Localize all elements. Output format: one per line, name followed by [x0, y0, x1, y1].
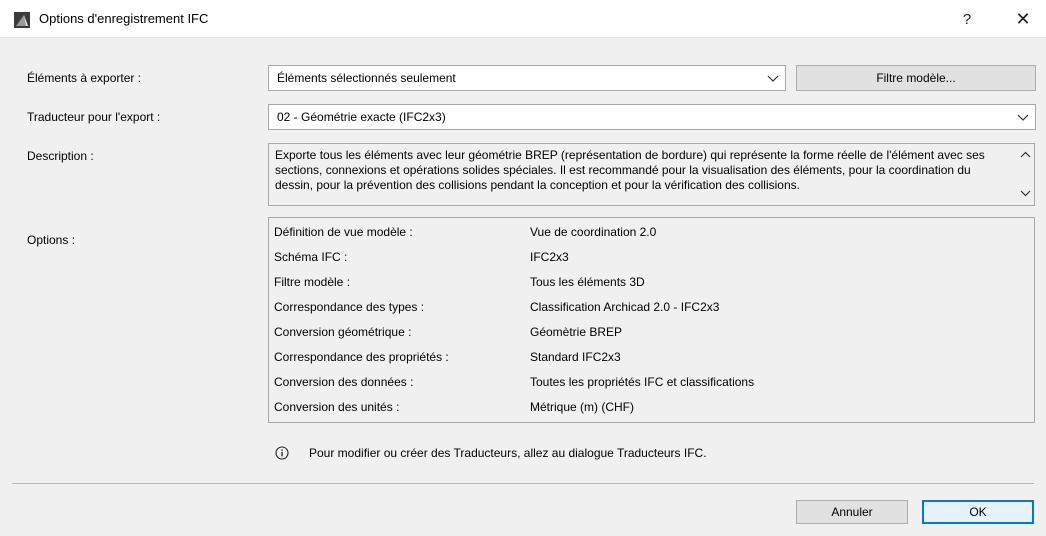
title-bar: Options d'enregistrement IFC ? ✕: [0, 0, 1046, 38]
description-label: Description :: [27, 149, 94, 163]
chevron-down-icon: [1017, 114, 1029, 121]
option-key: Correspondance des propriétés :: [274, 350, 449, 364]
option-value: Géomètrie BREP: [530, 325, 623, 339]
chevron-up-icon[interactable]: [1020, 150, 1031, 160]
option-row: Correspondance des propriétés : Standard…: [274, 346, 1024, 368]
option-row: Schéma IFC : IFC2x3: [274, 246, 1024, 268]
translator-dropdown[interactable]: 02 - Géométrie exacte (IFC2x3): [268, 104, 1036, 130]
cancel-button[interactable]: Annuler: [796, 500, 908, 524]
option-key: Schéma IFC :: [274, 250, 348, 264]
footer-divider: [12, 483, 1034, 484]
option-key: Filtre modèle :: [274, 275, 351, 289]
close-button[interactable]: ✕: [1000, 0, 1046, 38]
info-icon: [275, 446, 289, 460]
option-row: Filtre modèle : Tous les éléments 3D: [274, 271, 1024, 293]
option-row: Conversion des unités : Métrique (m) (CH…: [274, 396, 1024, 418]
description-box[interactable]: Exporte tous les éléments avec leur géom…: [268, 143, 1035, 206]
option-value: Toutes les propriétés IFC et classificat…: [530, 375, 755, 389]
option-key: Définition de vue modèle :: [274, 225, 413, 239]
option-value: Vue de coordination 2.0: [530, 225, 657, 239]
option-value: IFC2x3: [530, 250, 569, 264]
archicad-app-icon: [14, 12, 30, 28]
chevron-down-icon[interactable]: [1020, 188, 1031, 198]
description-text: Exporte tous les éléments avec leur géom…: [275, 148, 985, 192]
description-scrollbar[interactable]: [1017, 144, 1034, 205]
option-key: Conversion des données :: [274, 375, 414, 389]
model-filter-button[interactable]: Filtre modèle...: [796, 65, 1036, 91]
translator-value: 02 - Géométrie exacte (IFC2x3): [277, 110, 446, 124]
options-label: Options :: [27, 233, 76, 247]
option-row: Correspondance des types : Classificatio…: [274, 296, 1024, 318]
option-value: Métrique (m) (CHF): [530, 400, 634, 414]
info-message: Pour modifier ou créer des Traducteurs, …: [309, 446, 707, 460]
window-title: Options d'enregistrement IFC: [39, 11, 209, 26]
options-list: Définition de vue modèle : Vue de coordi…: [268, 217, 1035, 423]
elements-to-export-dropdown[interactable]: Éléments sélectionnés seulement: [268, 65, 786, 91]
elements-to-export-value: Éléments sélectionnés seulement: [277, 71, 456, 85]
option-value: Classification Archicad 2.0 - IFC2x3: [530, 300, 720, 314]
translator-label: Traducteur pour l'export :: [27, 110, 161, 124]
help-button[interactable]: ?: [944, 0, 990, 38]
option-key: Conversion géométrique :: [274, 325, 412, 339]
option-value: Standard IFC2x3: [530, 350, 621, 364]
elements-to-export-label: Éléments à exporter :: [27, 71, 142, 85]
option-value: Tous les éléments 3D: [530, 275, 645, 289]
chevron-down-icon: [767, 75, 779, 82]
option-key: Correspondance des types :: [274, 300, 425, 314]
option-key: Conversion des unités :: [274, 400, 400, 414]
ok-button[interactable]: OK: [922, 500, 1034, 524]
option-row: Définition de vue modèle : Vue de coordi…: [274, 221, 1024, 243]
option-row: Conversion géométrique : Géomètrie BREP: [274, 321, 1024, 343]
option-row: Conversion des données : Toutes les prop…: [274, 371, 1024, 393]
